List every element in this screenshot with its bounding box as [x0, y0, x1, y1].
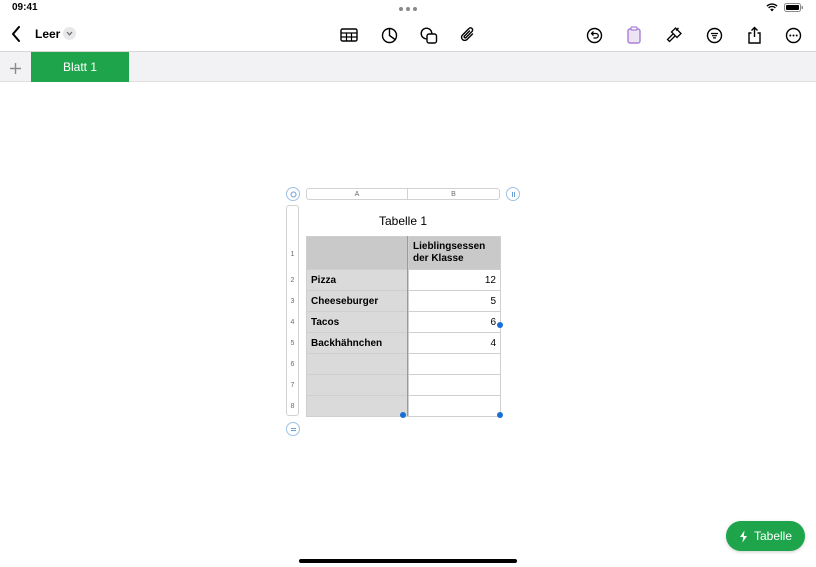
- shapes-icon[interactable]: [417, 23, 441, 47]
- table-row: [306, 353, 501, 375]
- table-cell[interactable]: [408, 395, 501, 417]
- table-cell[interactable]: 12: [408, 269, 501, 291]
- attachment-icon[interactable]: [456, 23, 480, 47]
- table-cell[interactable]: [306, 353, 409, 375]
- share-icon[interactable]: [742, 23, 766, 47]
- toolbar: Leer: [0, 18, 816, 52]
- sheet-tab-bar: Blatt 1: [0, 52, 816, 82]
- resize-handle-bottom[interactable]: [400, 412, 406, 418]
- row-header-bar: 1 2 3 4 5 6 7 8: [286, 205, 299, 416]
- resize-handle-right[interactable]: [497, 322, 503, 328]
- table-cell[interactable]: Tacos: [306, 311, 409, 333]
- add-sheet-button[interactable]: [5, 58, 25, 78]
- resize-handle-corner[interactable]: [497, 412, 503, 418]
- table-icon[interactable]: [337, 23, 361, 47]
- row-header-7[interactable]: 7: [287, 382, 298, 389]
- table-cell[interactable]: [408, 353, 501, 375]
- row-header-8[interactable]: 8: [287, 403, 298, 410]
- table-row: Cheeseburger 5: [306, 290, 501, 312]
- row-header-2[interactable]: 2: [287, 277, 298, 284]
- chevron-down-icon[interactable]: [63, 27, 76, 40]
- battery-icon: [784, 3, 803, 12]
- column-divider: [407, 236, 408, 416]
- row-header-3[interactable]: 3: [287, 298, 298, 305]
- table-title[interactable]: Tabelle 1: [306, 214, 500, 228]
- table-cell[interactable]: [306, 236, 409, 270]
- back-button[interactable]: [6, 24, 26, 44]
- row-header-5[interactable]: 5: [287, 340, 298, 347]
- status-indicators: [766, 3, 804, 12]
- column-header-a[interactable]: A: [307, 189, 408, 199]
- home-indicator[interactable]: [299, 559, 517, 563]
- circle-icon: [290, 191, 296, 197]
- undo-icon[interactable]: [582, 23, 606, 47]
- more-icon[interactable]: [781, 23, 805, 47]
- tab-blatt-1[interactable]: Blatt 1: [31, 52, 129, 82]
- table-row: Tacos 6: [306, 311, 501, 333]
- table-row: [306, 374, 501, 396]
- table-header-cell[interactable]: Lieblingsessen der Klasse: [408, 236, 501, 270]
- chevron-left-icon: [12, 26, 20, 42]
- table-select-handle[interactable]: [286, 187, 300, 201]
- header-line-1: Lieblingsessen: [413, 241, 486, 252]
- clipboard-icon[interactable]: [622, 23, 646, 47]
- column-drag-icon: [511, 191, 515, 197]
- row-header-4[interactable]: 4: [287, 319, 298, 326]
- add-column-handle[interactable]: [506, 187, 520, 201]
- table-header-row: Lieblingsessen der Klasse: [306, 236, 501, 270]
- add-row-handle[interactable]: [286, 422, 300, 436]
- document-title[interactable]: Leer: [35, 27, 60, 41]
- multitasking-dots-icon[interactable]: [399, 7, 417, 11]
- table-row: Pizza 12: [306, 269, 501, 291]
- data-table: Lieblingsessen der Klasse Pizza 12 Chees…: [306, 236, 501, 417]
- row-header-6[interactable]: 6: [287, 361, 298, 368]
- format-brush-icon[interactable]: [662, 23, 686, 47]
- filter-icon[interactable]: [702, 23, 726, 47]
- row-header-1[interactable]: 1: [287, 251, 298, 258]
- wifi-icon: [766, 3, 778, 12]
- table-row: Backhähnchen 4: [306, 332, 501, 354]
- lightning-icon: [739, 530, 747, 542]
- table-cell[interactable]: [306, 374, 409, 396]
- table-cell[interactable]: 6: [408, 311, 501, 333]
- table-cell[interactable]: Pizza: [306, 269, 409, 291]
- status-time: 09:41: [12, 2, 38, 13]
- table-cell[interactable]: 4: [408, 332, 501, 354]
- header-line-2: der Klasse: [413, 253, 464, 264]
- column-header-bar: A B: [306, 188, 500, 200]
- quick-table-label: Tabelle: [753, 529, 793, 543]
- table-cell[interactable]: Backhähnchen: [306, 332, 409, 354]
- plus-icon: [9, 62, 21, 74]
- table-cell[interactable]: [306, 395, 409, 417]
- table-cell[interactable]: 5: [408, 290, 501, 312]
- row-drag-icon: [290, 427, 296, 431]
- table-cell[interactable]: Cheeseburger: [306, 290, 409, 312]
- column-header-b[interactable]: B: [408, 189, 499, 199]
- table-cell[interactable]: [408, 374, 501, 396]
- status-bar: 09:41: [0, 0, 816, 18]
- quick-table-button[interactable]: Tabelle: [726, 521, 805, 551]
- chart-icon[interactable]: [377, 23, 401, 47]
